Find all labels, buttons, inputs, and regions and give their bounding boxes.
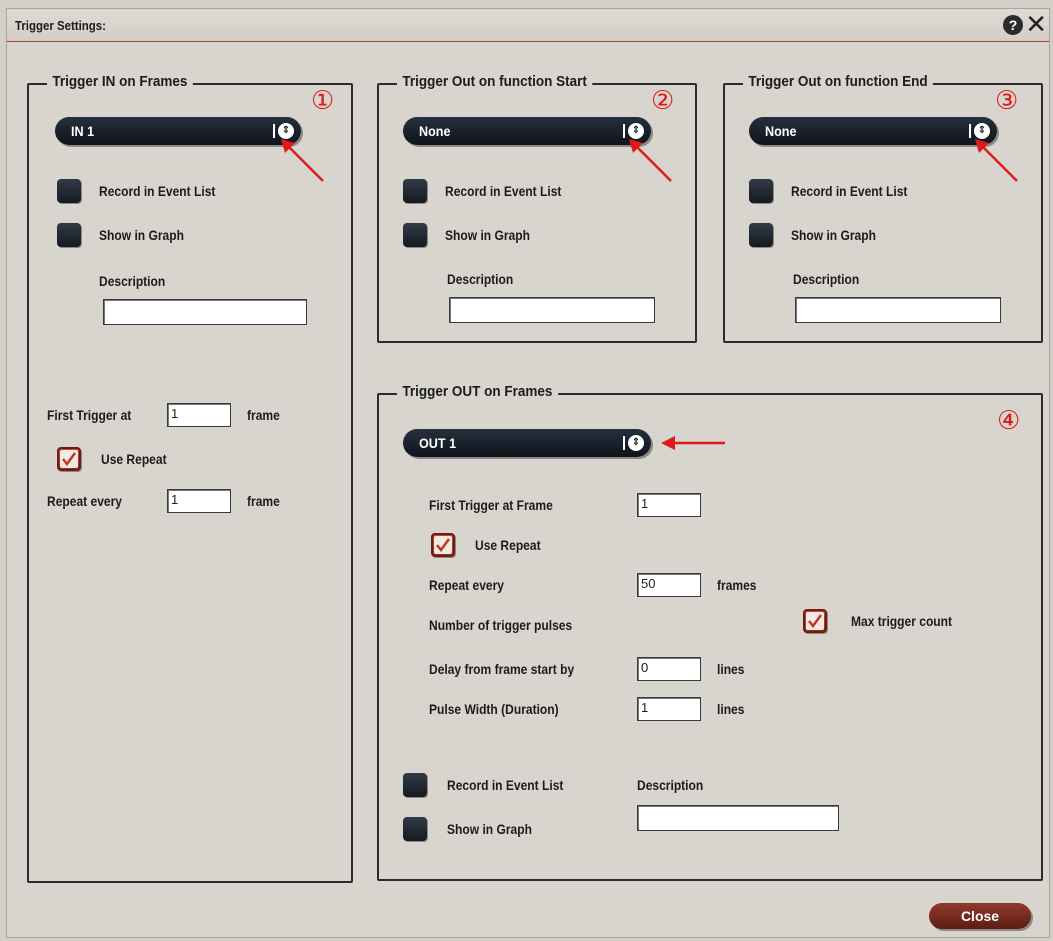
first-trigger-frame-input[interactable]: 1 [637,493,701,517]
dropdown-value: None [419,123,451,139]
first-trigger-unit: frame [247,407,280,423]
record-event-checkbox[interactable] [57,179,81,203]
first-trigger-label: First Trigger at [47,407,132,423]
first-trigger-frame-label: First Trigger at Frame [429,497,553,513]
close-icon[interactable]: ✕ [1025,11,1047,37]
pulse-width-input[interactable]: 1 [637,697,701,721]
dialog-title: Trigger Settings: [15,18,106,33]
max-trigger-count-checkbox[interactable] [803,609,827,633]
trigger-out-dropdown[interactable]: OUT 1 ⇕ [403,429,651,457]
dropdown-value: OUT 1 [419,435,457,451]
dropdown-value: None [765,123,797,139]
description-input[interactable] [637,805,839,831]
trigger-start-dropdown[interactable]: None ⇕ [403,117,651,145]
repeat-every-label: Repeat every [47,493,122,509]
arrow-icon [975,139,1018,182]
title-bar: Trigger Settings: ? ✕ [7,9,1049,42]
repeat-every-input[interactable]: 50 [637,573,701,597]
stepper-icon[interactable]: ⇕ [628,435,644,451]
marker-1: ① [311,85,335,115]
record-event-label: Record in Event List [445,183,562,199]
show-graph-label: Show in Graph [445,227,530,243]
trigger-out-end-group: Trigger Out on function End ③ None ⇕ Rec… [723,73,1043,343]
repeat-every-label: Repeat every [429,577,504,593]
record-event-checkbox[interactable] [403,773,427,797]
close-button[interactable]: Close [929,903,1031,929]
description-input[interactable] [103,299,307,325]
repeat-every-unit: frame [247,493,280,509]
delay-unit: lines [717,661,745,677]
marker-3: ③ [995,85,1019,115]
repeat-every-unit: frames [717,577,757,593]
use-repeat-checkbox[interactable] [431,533,455,557]
use-repeat-label: Use Repeat [475,537,541,553]
trigger-settings-dialog: Trigger Settings: ? ✕ Trigger IN on Fram… [6,8,1050,938]
use-repeat-label: Use Repeat [101,451,167,467]
arrow-icon [281,139,324,182]
separator [273,124,275,138]
use-repeat-checkbox[interactable] [57,447,81,471]
trigger-end-dropdown[interactable]: None ⇕ [749,117,997,145]
show-graph-checkbox[interactable] [403,223,427,247]
trigger-pulses-label: Number of trigger pulses [429,617,573,633]
group-title: Trigger IN on Frames [47,73,193,90]
trigger-out-start-group: Trigger Out on function Start ② None ⇕ R… [377,73,697,343]
arrow-icon [629,139,672,182]
show-graph-label: Show in Graph [99,227,184,243]
help-icon[interactable]: ? [1003,15,1023,35]
show-graph-checkbox[interactable] [57,223,81,247]
description-input[interactable] [449,297,655,323]
marker-2: ② [651,85,675,115]
record-event-checkbox[interactable] [749,179,773,203]
separator [969,124,971,138]
description-input[interactable] [795,297,1001,323]
description-label: Description [637,777,704,793]
description-label: Description [447,271,514,287]
trigger-out-frames-group: Trigger OUT on Frames ④ OUT 1 ⇕ First Tr… [377,383,1043,881]
separator [623,436,625,450]
dropdown-value: IN 1 [71,123,95,139]
record-event-label: Record in Event List [99,183,216,199]
show-graph-checkbox[interactable] [403,817,427,841]
group-title: Trigger OUT on Frames [397,383,558,400]
delay-input[interactable]: 0 [637,657,701,681]
show-graph-checkbox[interactable] [749,223,773,247]
arrow-icon [661,436,725,450]
show-graph-label: Show in Graph [791,227,876,243]
max-trigger-count-label: Max trigger count [851,613,953,629]
pulse-width-label: Pulse Width (Duration) [429,701,559,717]
separator [623,124,625,138]
description-label: Description [99,273,166,289]
group-title: Trigger Out on function Start [397,73,593,90]
trigger-in-dropdown[interactable]: IN 1 ⇕ [55,117,301,145]
pulse-width-unit: lines [717,701,745,717]
delay-label: Delay from frame start by [429,661,575,677]
marker-4: ④ [997,405,1021,435]
repeat-every-input[interactable]: 1 [167,489,231,513]
show-graph-label: Show in Graph [447,821,532,837]
description-label: Description [793,271,860,287]
record-event-label: Record in Event List [447,777,564,793]
trigger-in-group: Trigger IN on Frames ① IN 1 ⇕ Record in … [27,73,353,883]
first-trigger-input[interactable]: 1 [167,403,231,427]
record-event-checkbox[interactable] [403,179,427,203]
record-event-label: Record in Event List [791,183,908,199]
group-title: Trigger Out on function End [743,73,934,90]
